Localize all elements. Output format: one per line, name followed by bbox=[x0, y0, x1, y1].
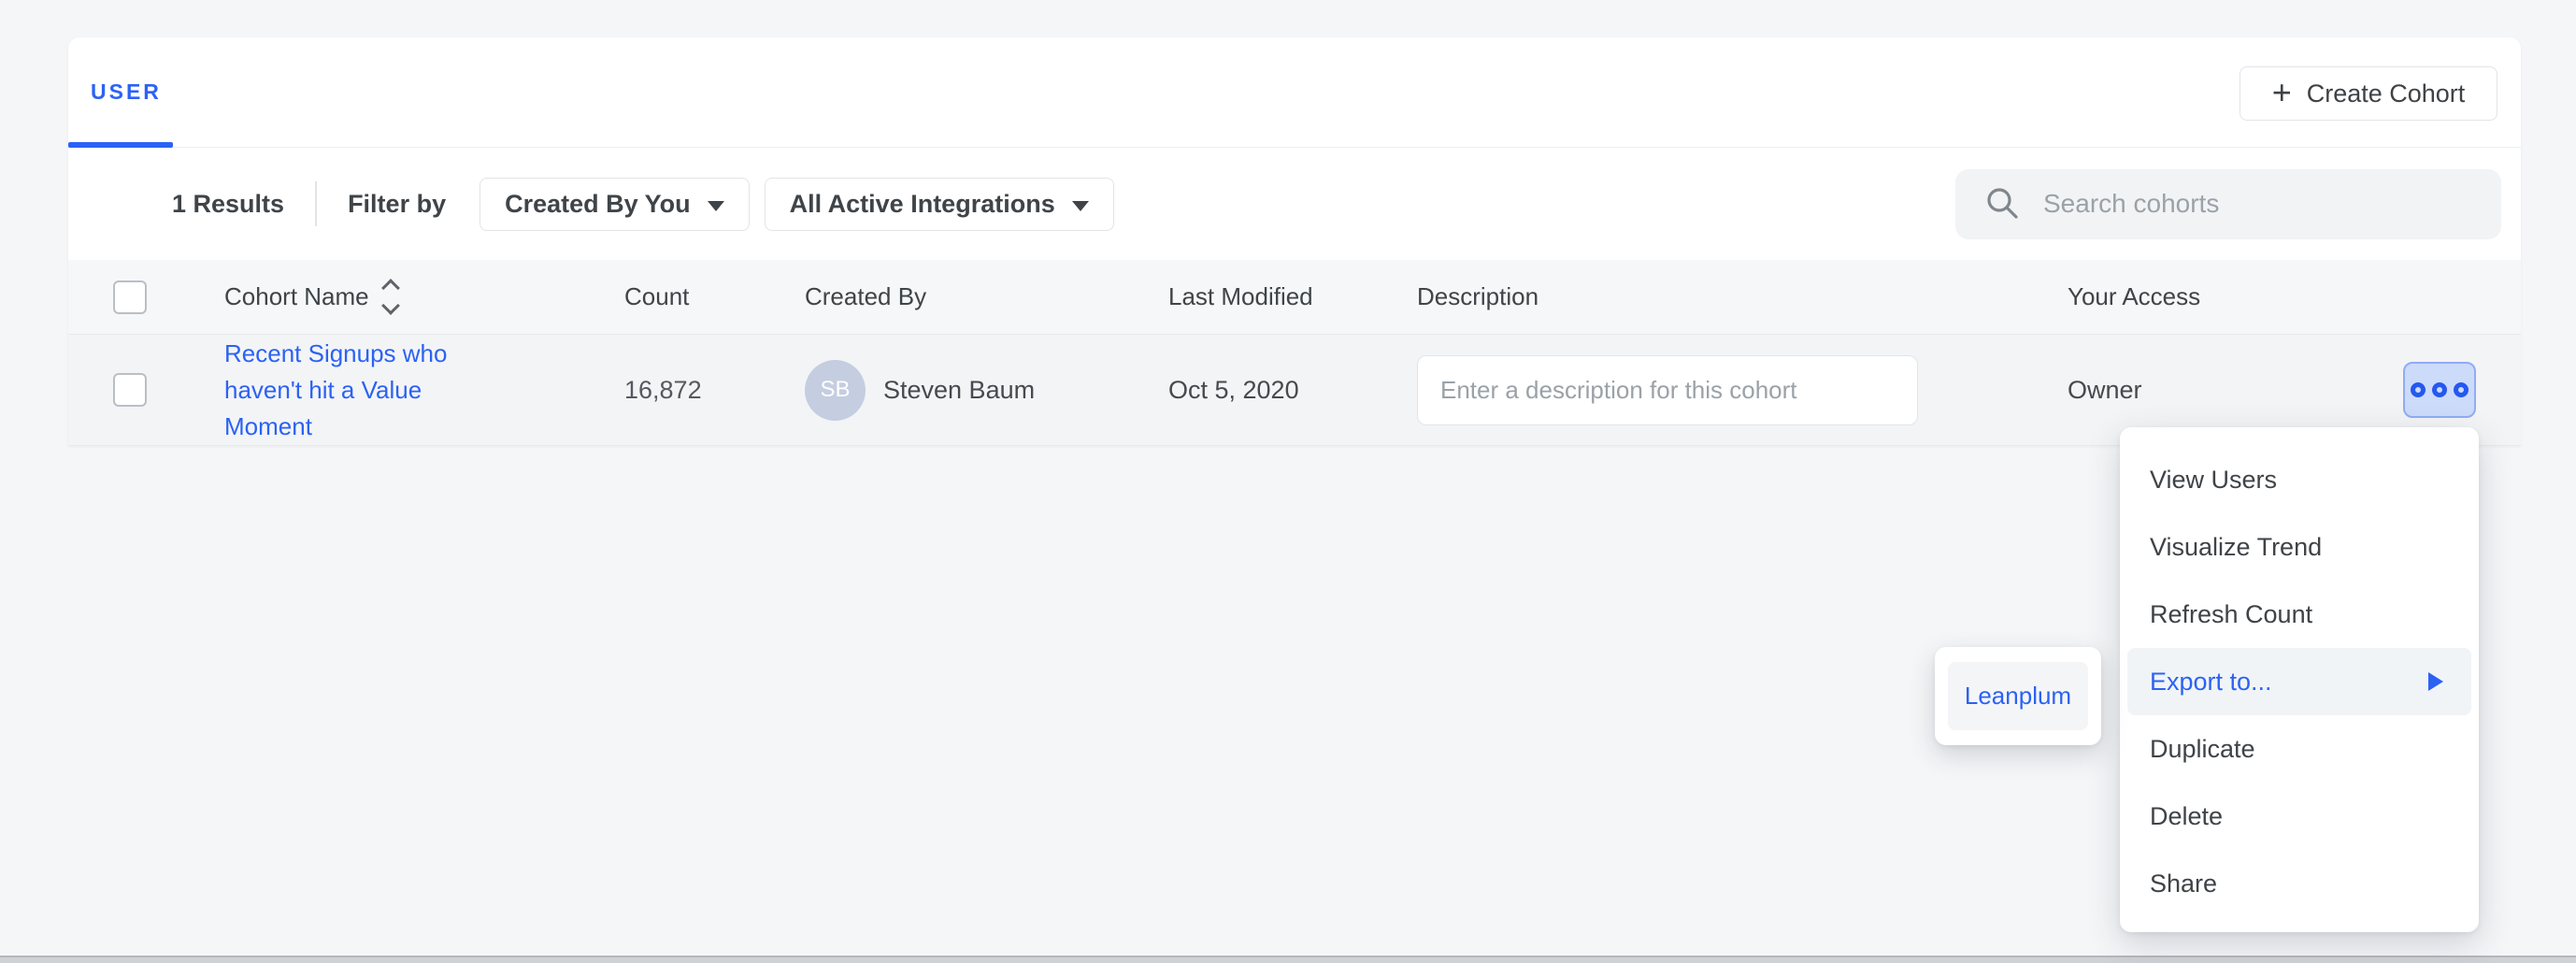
menu-item-label: Duplicate bbox=[2150, 735, 2255, 764]
filter-by-label: Filter by bbox=[348, 190, 446, 219]
access-level: Owner bbox=[2068, 376, 2142, 405]
column-header-last-modified[interactable]: Last Modified bbox=[1168, 260, 1313, 334]
tab-user-label: USER bbox=[91, 79, 162, 105]
tabs-band: USER + Create Cohort bbox=[68, 37, 2521, 148]
create-cohort-button[interactable]: + Create Cohort bbox=[2240, 66, 2497, 121]
menu-item-visualize-trend[interactable]: Visualize Trend bbox=[2127, 513, 2471, 581]
table-header: Cohort Name Count Created By Last Modifi… bbox=[68, 260, 2521, 335]
created-by-dropdown-label: Created By You bbox=[505, 190, 691, 219]
column-header-description[interactable]: Description bbox=[1417, 260, 1538, 334]
menu-item-label: Refresh Count bbox=[2150, 600, 2312, 629]
column-header-count[interactable]: Count bbox=[624, 260, 689, 334]
menu-item-label: Export to... bbox=[2150, 668, 2272, 697]
menu-item-label: Delete bbox=[2150, 802, 2223, 831]
menu-item-label: Share bbox=[2150, 870, 2217, 898]
column-label: Last Modified bbox=[1168, 282, 1313, 311]
create-cohort-label: Create Cohort bbox=[2307, 79, 2466, 108]
column-header-created-by[interactable]: Created By bbox=[805, 260, 926, 334]
menu-item-label: Visualize Trend bbox=[2150, 533, 2322, 562]
horizontal-scrollbar[interactable] bbox=[0, 956, 2576, 963]
export-submenu: Leanplum bbox=[1935, 647, 2101, 745]
submenu-item-leanplum[interactable]: Leanplum bbox=[1948, 662, 2088, 730]
search-icon bbox=[1983, 184, 2023, 223]
tab-user[interactable]: USER bbox=[91, 37, 162, 147]
more-horizontal-icon bbox=[2411, 382, 2426, 397]
column-label: Description bbox=[1417, 282, 1538, 311]
created-by-name: Steven Baum bbox=[883, 376, 1035, 405]
avatar: SB bbox=[805, 360, 866, 421]
integrations-dropdown[interactable]: All Active Integrations bbox=[765, 178, 1114, 231]
filter-bar: 1 Results Filter by Created By You All A… bbox=[68, 148, 2521, 260]
column-label: Cohort Name bbox=[224, 282, 369, 311]
menu-item-view-users[interactable]: View Users bbox=[2127, 446, 2471, 513]
arrow-right-icon bbox=[2428, 672, 2443, 691]
menu-item-duplicate[interactable]: Duplicate bbox=[2127, 715, 2471, 783]
submenu-item-label: Leanplum bbox=[1965, 682, 2071, 711]
menu-item-refresh-count[interactable]: Refresh Count bbox=[2127, 581, 2471, 648]
column-label: Your Access bbox=[2068, 282, 2200, 311]
column-label: Count bbox=[624, 282, 689, 311]
results-count: 1 Results bbox=[172, 190, 284, 219]
column-header-cohort-name[interactable]: Cohort Name bbox=[224, 260, 467, 334]
created-by-dropdown[interactable]: Created By You bbox=[479, 178, 750, 231]
search-box[interactable] bbox=[1955, 169, 2501, 239]
row-checkbox[interactable] bbox=[113, 373, 147, 407]
plus-icon: + bbox=[2272, 76, 2292, 109]
search-input[interactable] bbox=[2043, 189, 2479, 219]
divider bbox=[315, 181, 317, 226]
column-label: Created By bbox=[805, 282, 926, 311]
menu-item-share[interactable]: Share bbox=[2127, 850, 2471, 917]
more-actions-button[interactable] bbox=[2403, 362, 2476, 418]
description-input[interactable] bbox=[1417, 355, 1918, 425]
menu-item-label: View Users bbox=[2150, 466, 2277, 495]
menu-item-delete[interactable]: Delete bbox=[2127, 783, 2471, 850]
cohort-count: 16,872 bbox=[624, 376, 702, 405]
cohorts-panel: USER + Create Cohort 1 Results Filter by… bbox=[68, 37, 2521, 446]
sort-icon[interactable] bbox=[384, 281, 397, 312]
caret-down-icon bbox=[1072, 201, 1089, 211]
last-modified-date: Oct 5, 2020 bbox=[1168, 376, 1299, 405]
select-all-checkbox[interactable] bbox=[113, 280, 147, 314]
column-header-your-access[interactable]: Your Access bbox=[2068, 260, 2200, 334]
row-context-menu: View Users Visualize Trend Refresh Count… bbox=[2120, 427, 2479, 932]
menu-item-export-to[interactable]: Export to... bbox=[2127, 648, 2471, 715]
caret-down-icon bbox=[708, 201, 724, 211]
cohort-name-link[interactable]: Recent Signups who haven't hit a Value M… bbox=[224, 336, 467, 445]
integrations-dropdown-label: All Active Integrations bbox=[790, 190, 1055, 219]
